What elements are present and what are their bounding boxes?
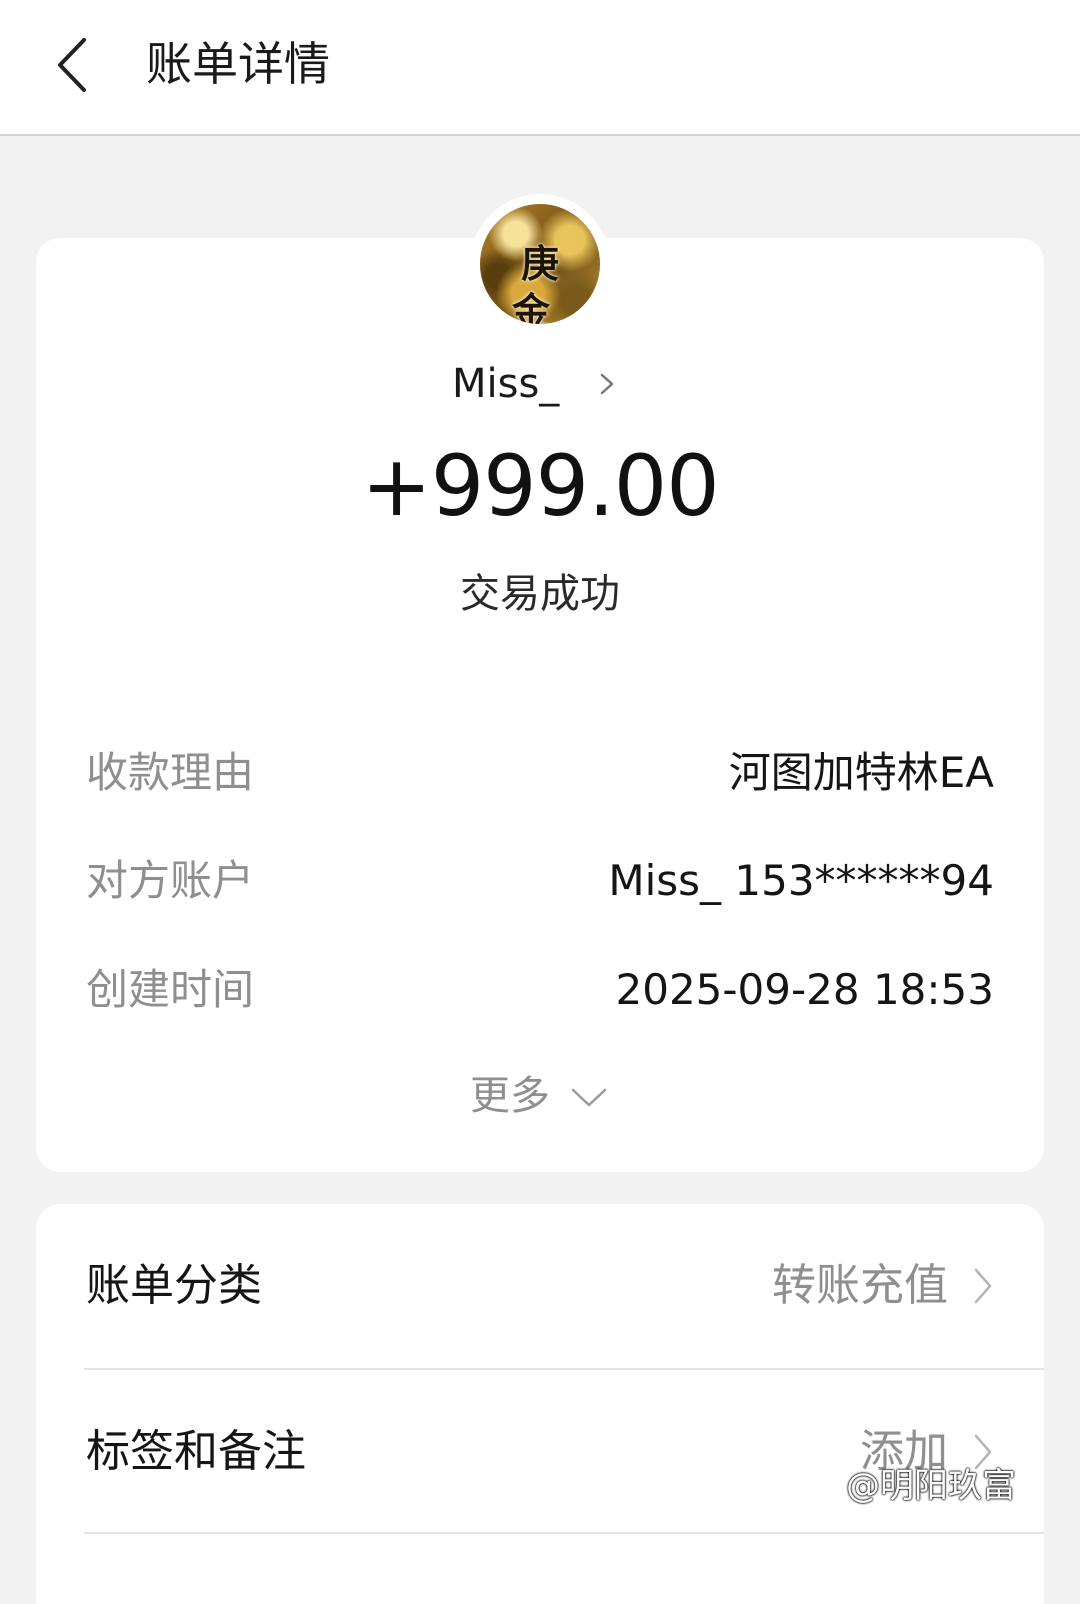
detail-value-account: Miss_ 153******94 xyxy=(608,856,994,905)
bill-category-row[interactable]: 账单分类 转账充值 xyxy=(36,1204,1044,1368)
more-button[interactable]: 更多 xyxy=(0,1068,1080,1124)
watermark: @明阳玖富 xyxy=(846,1462,1016,1510)
detail-label-account: 对方账户 xyxy=(86,856,255,905)
page-title: 账单详情 xyxy=(146,37,330,91)
back-button[interactable] xyxy=(40,28,110,102)
avatar-text: 庚金 xyxy=(511,241,577,324)
payer-name-link[interactable]: Miss_ xyxy=(0,356,1080,412)
payer-avatar[interactable]: 庚金 xyxy=(470,194,610,334)
chevron-right-icon xyxy=(600,373,614,395)
chevron-down-icon xyxy=(571,1088,607,1107)
watermark-text: @明阳玖富 xyxy=(846,1466,1016,1506)
bill-category-value: 转账充值 xyxy=(772,1260,948,1311)
bill-category-label: 账单分类 xyxy=(86,1260,262,1311)
more-label: 更多 xyxy=(470,1073,550,1119)
top-bar: 账单详情 xyxy=(0,0,1080,136)
chevron-left-icon xyxy=(58,38,86,92)
payer-name: Miss_ xyxy=(452,361,560,407)
tags-notes-label: 标签和备注 xyxy=(86,1426,306,1477)
transaction-status: 交易成功 xyxy=(460,571,620,617)
detail-label-created-time: 创建时间 xyxy=(86,965,255,1014)
divider xyxy=(84,1532,1044,1534)
chevron-right-icon xyxy=(974,1268,992,1304)
avatar-image: 庚金 xyxy=(480,204,600,324)
detail-label-reason: 收款理由 xyxy=(86,748,255,797)
detail-value-created-time: 2025-09-28 18:53 xyxy=(615,965,994,1014)
detail-value-reason: 河图加特林EA xyxy=(728,748,994,797)
transaction-amount: +999.00 xyxy=(361,437,719,535)
